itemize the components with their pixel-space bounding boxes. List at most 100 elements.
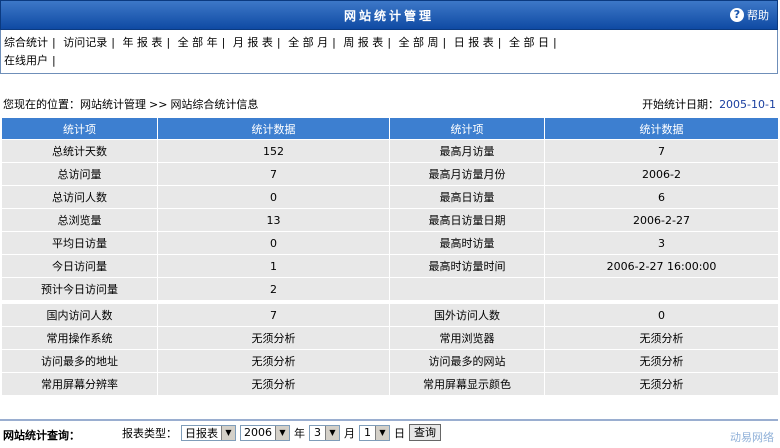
- stat-value: 无须分析: [157, 349, 390, 373]
- day-select[interactable]: 1 ▼: [359, 424, 390, 441]
- header-data: 统计数据: [544, 117, 779, 140]
- stat-label: 国内访问人数: [1, 303, 158, 327]
- chevron-down-icon: ▼: [275, 425, 289, 440]
- stat-label: 最高日访量日期: [389, 208, 545, 232]
- page-title: 网站统计管理: [343, 9, 434, 23]
- nav-link-all-weeks[interactable]: 全 部 周: [399, 36, 439, 49]
- stat-label: 访问最多的地址: [1, 349, 158, 373]
- stat-value: 2006-2: [544, 162, 779, 186]
- stat-value: 无须分析: [544, 372, 779, 396]
- stat-value: 2: [157, 277, 390, 301]
- stat-value: 7: [157, 303, 390, 327]
- title-bar: 网站统计管理 ? 帮助: [0, 0, 778, 30]
- help-button[interactable]: ? 帮助: [730, 7, 769, 23]
- stat-value: 无须分析: [157, 326, 390, 350]
- start-date-label: 开始统计日期：: [642, 98, 720, 111]
- table-row: 总访问人数 0 最高日访量 6: [1, 185, 779, 209]
- stat-value: 0: [544, 303, 779, 327]
- stat-value: 1: [157, 254, 390, 278]
- stat-label: 平均日访量: [1, 231, 158, 255]
- stat-value: 2006-2-27 16:00:00: [544, 254, 779, 278]
- nav-link-week-report[interactable]: 周 报 表: [343, 36, 383, 49]
- year-select[interactable]: 2006 ▼: [240, 424, 290, 441]
- table-row: 总浏览量 13 最高日访量日期 2006-2-27: [1, 208, 779, 232]
- stat-value: 7: [157, 162, 390, 186]
- stat-label: 总统计天数: [1, 139, 158, 163]
- month-select[interactable]: 3 ▼: [309, 424, 340, 441]
- stats-table: 统计项 统计数据 统计项 统计数据 总统计天数 152 最高月访量 7 总访问量 7 最高…: [1, 117, 779, 396]
- stat-label: [389, 277, 545, 301]
- table-row: 总访问量 7 最高月访量月份 2006-2: [1, 162, 779, 186]
- stat-label: 预计今日访问量: [1, 277, 158, 301]
- day-unit: 日: [394, 426, 405, 440]
- stat-value: 0: [157, 185, 390, 209]
- stat-label: 总访问量: [1, 162, 158, 186]
- header-item: 统计项: [389, 117, 545, 140]
- query-bar: 网站统计查询： 报表类型： 日报表 ▼ 2006 ▼ 年 3 ▼ 月 1 ▼ 日 查询: [0, 419, 778, 446]
- header-data: 统计数据: [157, 117, 390, 140]
- stat-label: 国外访问人数: [389, 303, 545, 327]
- stat-value: 无须分析: [544, 326, 779, 350]
- table-row: 访问最多的地址 无须分析 访问最多的网站 无须分析: [1, 349, 779, 373]
- stat-value: 无须分析: [157, 372, 390, 396]
- nav-link-online-users[interactable]: 在线用户: [4, 54, 48, 67]
- table-row: 总统计天数 152 最高月访量 7: [1, 139, 779, 163]
- stat-label: 总访问人数: [1, 185, 158, 209]
- stat-label: 最高月访量: [389, 139, 545, 163]
- stat-label: 最高时访量时间: [389, 254, 545, 278]
- stat-value: 7: [544, 139, 779, 163]
- nav-link-day-report[interactable]: 日 报 表: [454, 36, 494, 49]
- report-type-select[interactable]: 日报表 ▼: [181, 424, 236, 441]
- query-button[interactable]: 查询: [409, 424, 441, 441]
- stat-label: 访问最多的网站: [389, 349, 545, 373]
- stat-label: 最高月访量月份: [389, 162, 545, 186]
- question-icon: ?: [730, 8, 744, 22]
- stat-label: 最高时访量: [389, 231, 545, 255]
- breadcrumb: 您现在的位置：网站统计管理 >> 网站综合统计信息: [3, 96, 258, 112]
- nav-link-all-years[interactable]: 全 部 年: [178, 36, 218, 49]
- start-date: 开始统计日期：2005-10-1: [642, 96, 776, 112]
- query-form: 报表类型： 日报表 ▼ 2006 ▼ 年 3 ▼ 月 1 ▼ 日 查询: [122, 424, 441, 441]
- breadcrumb-prefix: 您现在的位置：: [3, 98, 80, 111]
- stat-label: 最高日访量: [389, 185, 545, 209]
- stat-label: 常用屏幕显示颜色: [389, 372, 545, 396]
- stat-label: 今日访问量: [1, 254, 158, 278]
- stat-label: 常用浏览器: [389, 326, 545, 350]
- stat-label: 常用操作系统: [1, 326, 158, 350]
- query-label: 网站统计查询：: [3, 429, 80, 442]
- breadcrumb-page: 网站综合统计信息: [170, 98, 259, 111]
- nav-row-2: 在线用户 |: [4, 54, 56, 67]
- table-row: 常用操作系统 无须分析 常用浏览器 无须分析: [1, 326, 779, 350]
- nav-link-all-days[interactable]: 全 部 日: [509, 36, 549, 49]
- watermark: 动易网络: [730, 431, 774, 444]
- nav-link-all-months[interactable]: 全 部 月: [288, 36, 328, 49]
- nav-link-month-report[interactable]: 月 报 表: [233, 36, 273, 49]
- month-unit: 月: [344, 426, 355, 440]
- table-header-row: 统计项 统计数据 统计项 统计数据: [1, 117, 779, 140]
- report-type-label: 报表类型：: [122, 426, 177, 440]
- stat-label: 常用屏幕分辨率: [1, 372, 158, 396]
- stat-value: 152: [157, 139, 390, 163]
- table-row: 常用屏幕分辨率 无须分析 常用屏幕显示颜色 无须分析: [1, 372, 779, 396]
- year-unit: 年: [294, 426, 305, 440]
- nav-link-year-report[interactable]: 年 报 表: [122, 36, 162, 49]
- nav-link-overview[interactable]: 综合统计: [4, 36, 48, 49]
- stat-label: 总浏览量: [1, 208, 158, 232]
- header-item: 统计项: [1, 117, 158, 140]
- help-label: 帮助: [747, 9, 769, 22]
- table-row: 预计今日访问量 2: [1, 277, 779, 301]
- nav-link-visit-log[interactable]: 访问记录: [63, 36, 107, 49]
- stat-value: 无须分析: [544, 349, 779, 373]
- breadcrumb-arrow: >>: [149, 98, 168, 111]
- breadcrumb-section[interactable]: 网站统计管理: [80, 98, 146, 111]
- start-date-value: 2005-10-1: [719, 98, 776, 111]
- stat-value: [544, 277, 779, 301]
- nav-row-1: 综合统计 | 访问记录 | 年 报 表 | 全 部 年 | 月 报 表 | 全 部 月 | …: [4, 36, 557, 49]
- table-row: 今日访问量 1 最高时访量时间 2006-2-27 16:00:00: [1, 254, 779, 278]
- chevron-down-icon: ▼: [221, 425, 235, 440]
- stat-value: 2006-2-27: [544, 208, 779, 232]
- chevron-down-icon: ▼: [325, 425, 339, 440]
- table-row: 平均日访量 0 最高时访量 3: [1, 231, 779, 255]
- nav-bar: 综合统计 | 访问记录 | 年 报 表 | 全 部 年 | 月 报 表 | 全 部 月 | …: [0, 30, 778, 74]
- stat-value: 0: [157, 231, 390, 255]
